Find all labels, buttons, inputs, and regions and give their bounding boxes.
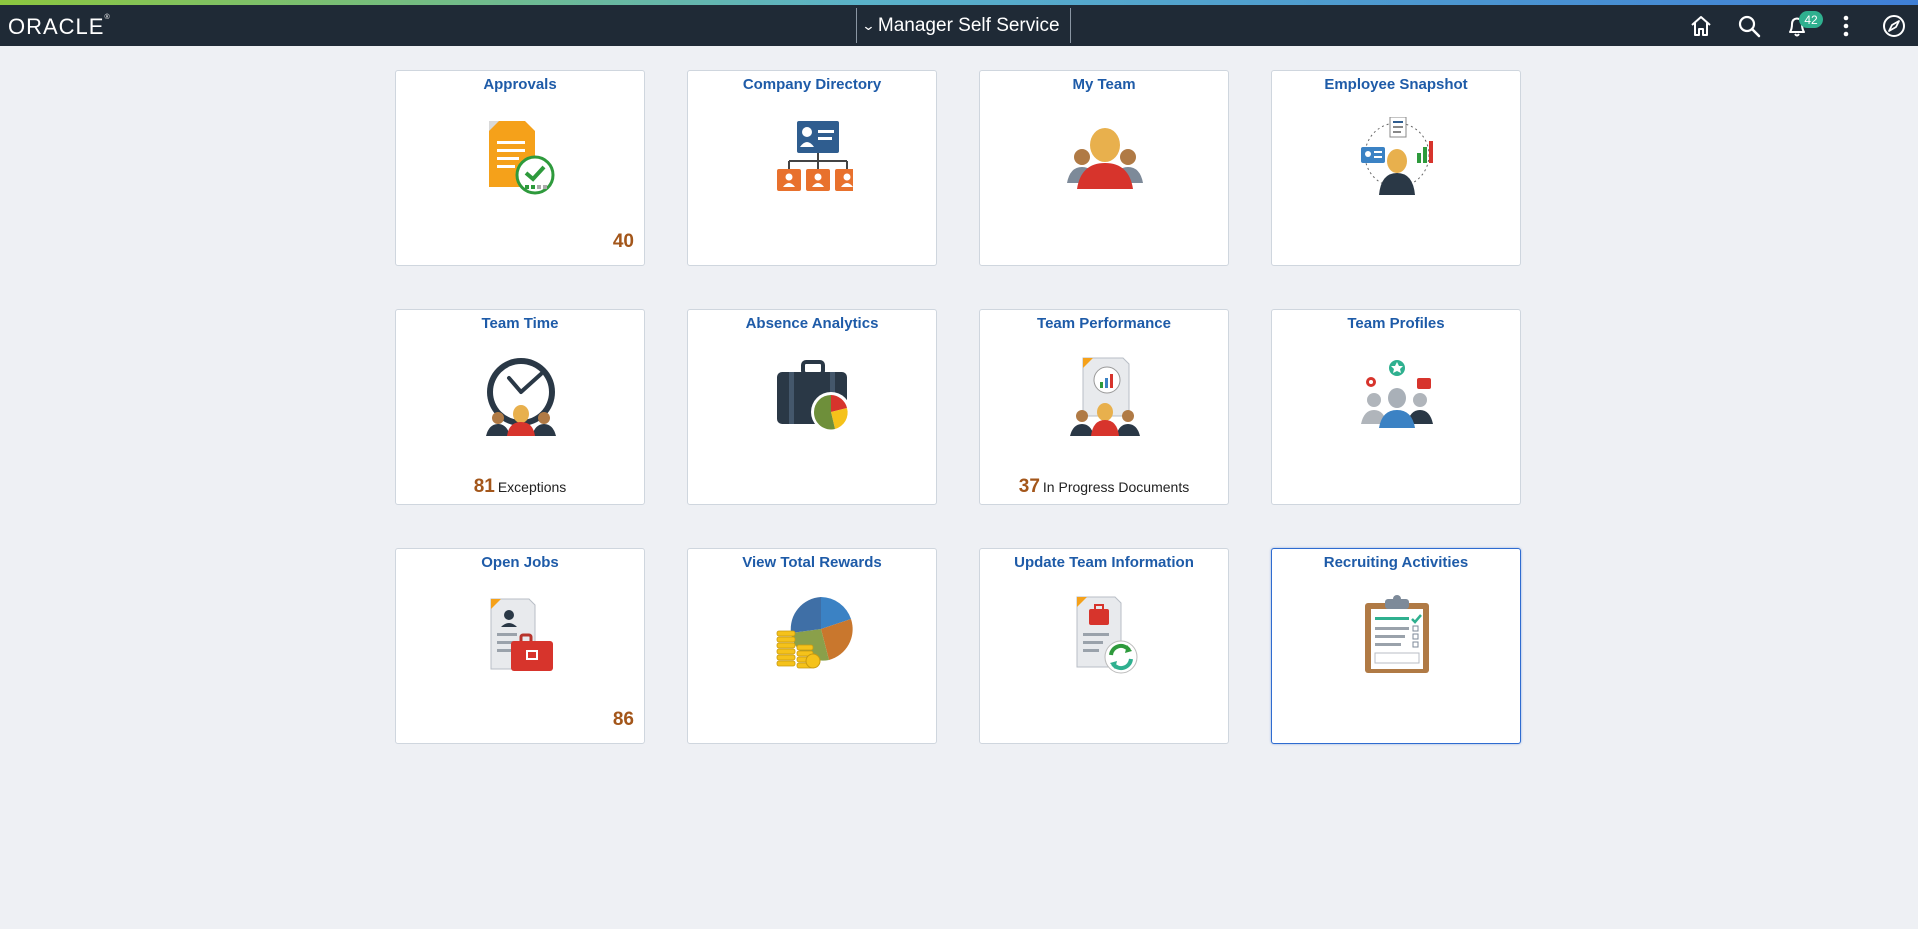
tile-open-jobs[interactable]: Open Jobs 86	[395, 548, 645, 744]
notification-count-badge: 42	[1799, 11, 1823, 28]
tile-view-total-rewards[interactable]: View Total Rewards	[687, 548, 937, 744]
homepage-title: Manager Self Service	[877, 14, 1060, 36]
homepage-selector[interactable]: ⌄ Manager Self Service	[856, 8, 1071, 43]
tile-update-team-information[interactable]: Update Team Information	[979, 548, 1229, 744]
org-chart-icon	[773, 117, 859, 197]
oracle-logo: ORACLE®	[8, 14, 111, 39]
team-time-exceptions: 81 Exceptions	[396, 476, 644, 498]
team-performance-documents: 37 In Progress Documents	[980, 476, 1228, 498]
tile-title: Employee Snapshot	[1324, 76, 1468, 93]
tile-title: Absence Analytics	[745, 315, 879, 332]
tile-team-time[interactable]: Team Time 81 Exceptions	[395, 309, 645, 505]
tile-approvals[interactable]: Approvals 40	[395, 70, 645, 266]
in-progress-count: 37	[1018, 476, 1040, 497]
performance-document-icon	[1065, 356, 1145, 436]
team-people-icon	[1065, 117, 1145, 197]
more-vertical-icon[interactable]	[1833, 13, 1859, 39]
tile-title: Team Profiles	[1347, 315, 1445, 332]
exceptions-count: 81	[473, 476, 495, 497]
tile-title: Approvals	[483, 76, 557, 93]
exceptions-label: Exceptions	[497, 479, 567, 495]
tile-employee-snapshot[interactable]: Employee Snapshot	[1271, 70, 1521, 266]
document-refresh-icon	[1065, 595, 1145, 675]
clock-team-icon	[481, 356, 561, 436]
tile-company-directory[interactable]: Company Directory	[687, 70, 937, 266]
tile-recruiting-activities[interactable]: Recruiting Activities	[1271, 548, 1521, 744]
rewards-pie-icon	[773, 595, 853, 675]
approvals-count: 40	[612, 231, 634, 252]
clipboard-checklist-icon	[1357, 595, 1437, 675]
tile-title: Team Performance	[1037, 315, 1171, 332]
tile-title: Update Team Information	[1014, 554, 1194, 571]
tile-team-performance[interactable]: Team Performance 37 In Progress Documents	[979, 309, 1229, 505]
tile-title: Company Directory	[742, 76, 882, 93]
open-jobs-count: 86	[612, 709, 634, 730]
search-icon[interactable]	[1736, 13, 1762, 39]
tile-absence-analytics[interactable]: Absence Analytics	[687, 309, 937, 505]
team-profiles-icon	[1357, 356, 1437, 436]
homepage-tiles-grid: Approvals 40 Company Directory My Team E…	[395, 70, 1521, 744]
compass-icon[interactable]	[1881, 13, 1907, 39]
in-progress-label: In Progress Documents	[1042, 479, 1190, 495]
tile-title: View Total Rewards	[742, 554, 882, 571]
top-navigation-bar: ORACLE® ⌄ Manager Self Service 42	[0, 5, 1918, 46]
home-icon[interactable]	[1688, 13, 1714, 39]
employee-snapshot-icon	[1357, 116, 1437, 197]
chevron-down-icon: ⌄	[861, 17, 876, 33]
tile-title: Open Jobs	[481, 554, 559, 571]
tile-my-team[interactable]: My Team	[979, 70, 1229, 266]
tile-title: Team Time	[481, 315, 559, 332]
job-posting-icon	[481, 595, 561, 675]
tile-title: My Team	[1072, 76, 1136, 93]
tile-title: Recruiting Activities	[1323, 554, 1469, 571]
approvals-icon	[481, 117, 561, 197]
briefcase-chart-icon	[773, 356, 853, 436]
tile-team-profiles[interactable]: Team Profiles	[1271, 309, 1521, 505]
